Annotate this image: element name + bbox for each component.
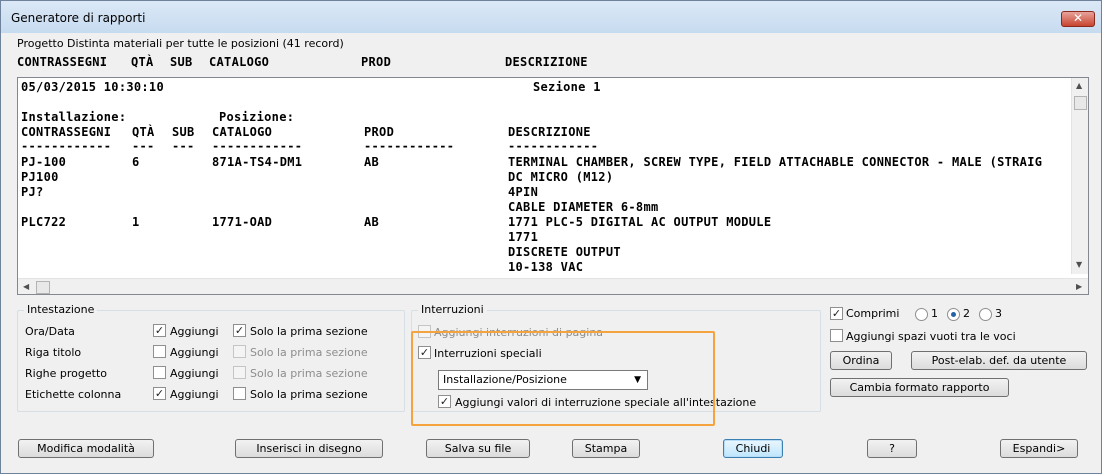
row-prod: AB <box>364 215 380 229</box>
add-label: Aggiungi <box>170 325 219 338</box>
window-title: Generatore di rapporti <box>11 11 146 25</box>
col-header-description: DESCRIZIONE <box>505 55 588 69</box>
row-tag: PJ? <box>21 185 44 199</box>
header-group-title: Intestazione <box>24 303 98 316</box>
radio-3[interactable] <box>979 308 992 321</box>
row-description: CABLE DIAMETER 6-8mm <box>508 200 659 214</box>
report-header-description: DESCRIZIONE <box>508 125 591 139</box>
report-section: Sezione 1 <box>533 80 601 94</box>
report-install-label: Installazione: <box>21 110 127 124</box>
col-header-prod: PROD <box>361 55 392 69</box>
close-icon[interactable]: ✕ <box>1061 11 1095 27</box>
horizontal-scroll-thumb[interactable] <box>36 281 50 294</box>
add-label: Aggiungi <box>170 388 219 401</box>
vertical-scrollbar[interactable]: ▲ ▼ <box>1071 78 1088 274</box>
report-underline: ------------ <box>212 139 303 153</box>
col-header-qty: QTÀ <box>131 55 154 69</box>
report-underline: --- <box>132 139 155 153</box>
row-catalog: 1771-OAD <box>212 215 273 229</box>
insert-in-drawing-button[interactable]: Inserisci in disegno <box>235 439 383 458</box>
blank-lines-label: Aggiungi spazi vuoti tra le voci <box>846 330 1016 343</box>
expand-button[interactable]: Espandi> <box>1000 439 1078 458</box>
row-catalog: 871A-TS4-DM1 <box>212 155 303 169</box>
row-qty: 6 <box>132 155 140 169</box>
horizontal-scrollbar[interactable]: ◀ ▶ <box>18 278 1088 294</box>
compress-label: Comprimi <box>846 307 900 320</box>
row-label-project-lines: Righe progetto <box>25 367 108 380</box>
report-header-qty: QTÀ <box>132 125 155 139</box>
project-info-line: Progetto Distinta materiali per tutte le… <box>17 37 344 50</box>
report-underline: ------------ <box>508 139 599 153</box>
report-generator-window: Generatore di rapporti ✕ Progetto Distin… <box>0 0 1102 474</box>
row-label-datetime: Ora/Data <box>25 325 75 338</box>
add-datetime-checkbox[interactable]: ✓ <box>153 324 166 337</box>
first-section-title-line-checkbox <box>233 345 246 358</box>
blank-lines-checkbox[interactable] <box>830 329 843 342</box>
row-tag: PJ100 <box>21 170 59 184</box>
sort-button[interactable]: Ordina <box>830 351 892 370</box>
close-button[interactable]: Chiudi <box>723 439 783 458</box>
row-tag: PJ-100 <box>21 155 67 169</box>
first-section-label: Solo la prima sezione <box>250 367 368 380</box>
compress-checkbox[interactable]: ✓ <box>830 307 843 320</box>
col-header-catalog: CATALOGO <box>209 55 270 69</box>
radio-3-label: 3 <box>995 307 1002 320</box>
print-button[interactable]: Stampa <box>572 439 640 458</box>
row-description: 4PIN <box>508 185 539 199</box>
radio-1-label: 1 <box>931 307 938 320</box>
row-description: 1771 <box>508 230 539 244</box>
change-format-button[interactable]: Cambia formato rapporto <box>830 378 1009 397</box>
add-project-lines-checkbox[interactable] <box>153 366 166 379</box>
radio-2-label: 2 <box>963 307 970 320</box>
scroll-up-icon[interactable]: ▲ <box>1076 81 1082 91</box>
row-description: 10-138 VAC <box>508 260 584 274</box>
col-header-tags: CONTRASSEGNI <box>17 55 108 69</box>
add-title-line-checkbox[interactable] <box>153 345 166 358</box>
first-section-datetime-checkbox[interactable]: ✓ <box>233 324 246 337</box>
report-header-tags: CONTRASSEGNI <box>21 125 112 139</box>
highlight-box <box>411 331 715 426</box>
row-prod: AB <box>364 155 380 169</box>
add-label: Aggiungi <box>170 346 219 359</box>
report-header-prod: PROD <box>364 125 395 139</box>
scroll-left-icon[interactable]: ◀ <box>23 282 29 292</box>
first-section-label: Solo la prima sezione <box>250 346 368 359</box>
title-bar: Generatore di rapporti ✕ <box>1 1 1101 33</box>
row-label-column-labels: Etichette colonna <box>25 388 122 401</box>
first-section-label: Solo la prima sezione <box>250 325 368 338</box>
save-to-file-button[interactable]: Salva su file <box>426 439 530 458</box>
report-timestamp: 05/03/2015 10:30:10 <box>21 80 164 94</box>
report-underline: --- <box>172 139 195 153</box>
edit-mode-button[interactable]: Modifica modalità <box>18 439 154 458</box>
row-description: DC MICRO (M12) <box>508 170 614 184</box>
first-section-label: Solo la prima sezione <box>250 388 368 401</box>
row-label-title-line: Riga titolo <box>25 346 82 359</box>
radio-2[interactable] <box>947 308 960 321</box>
add-label: Aggiungi <box>170 367 219 380</box>
first-section-column-labels-checkbox[interactable] <box>233 387 246 400</box>
row-qty: 1 <box>132 215 140 229</box>
report-header-sub: SUB <box>172 125 195 139</box>
row-description: TERMINAL CHAMBER, SCREW TYPE, FIELD ATTA… <box>508 155 1043 169</box>
col-header-sub: SUB <box>170 55 193 69</box>
breaks-group-title: Interruzioni <box>418 303 487 316</box>
radio-1[interactable] <box>915 308 928 321</box>
add-column-labels-checkbox[interactable]: ✓ <box>153 387 166 400</box>
scroll-down-icon[interactable]: ▼ <box>1076 260 1082 270</box>
vertical-scroll-thumb[interactable] <box>1074 96 1087 110</box>
help-button[interactable]: ? <box>867 439 917 458</box>
row-tag: PLC722 <box>21 215 67 229</box>
row-description: DISCRETE OUTPUT <box>508 245 621 259</box>
report-preview[interactable]: 05/03/2015 10:30:10 Sezione 1 Installazi… <box>17 77 1089 295</box>
first-section-project-lines-checkbox <box>233 366 246 379</box>
report-underline: ------------ <box>21 139 112 153</box>
report-header-catalog: CATALOGO <box>212 125 273 139</box>
row-description: 1771 PLC-5 DIGITAL AC OUTPUT MODULE <box>508 215 772 229</box>
report-location-label: Posizione: <box>219 110 295 124</box>
report-underline: ------------ <box>364 139 455 153</box>
scroll-right-icon[interactable]: ▶ <box>1076 282 1082 292</box>
user-post-processing-button[interactable]: Post-elab. def. da utente <box>911 351 1087 370</box>
